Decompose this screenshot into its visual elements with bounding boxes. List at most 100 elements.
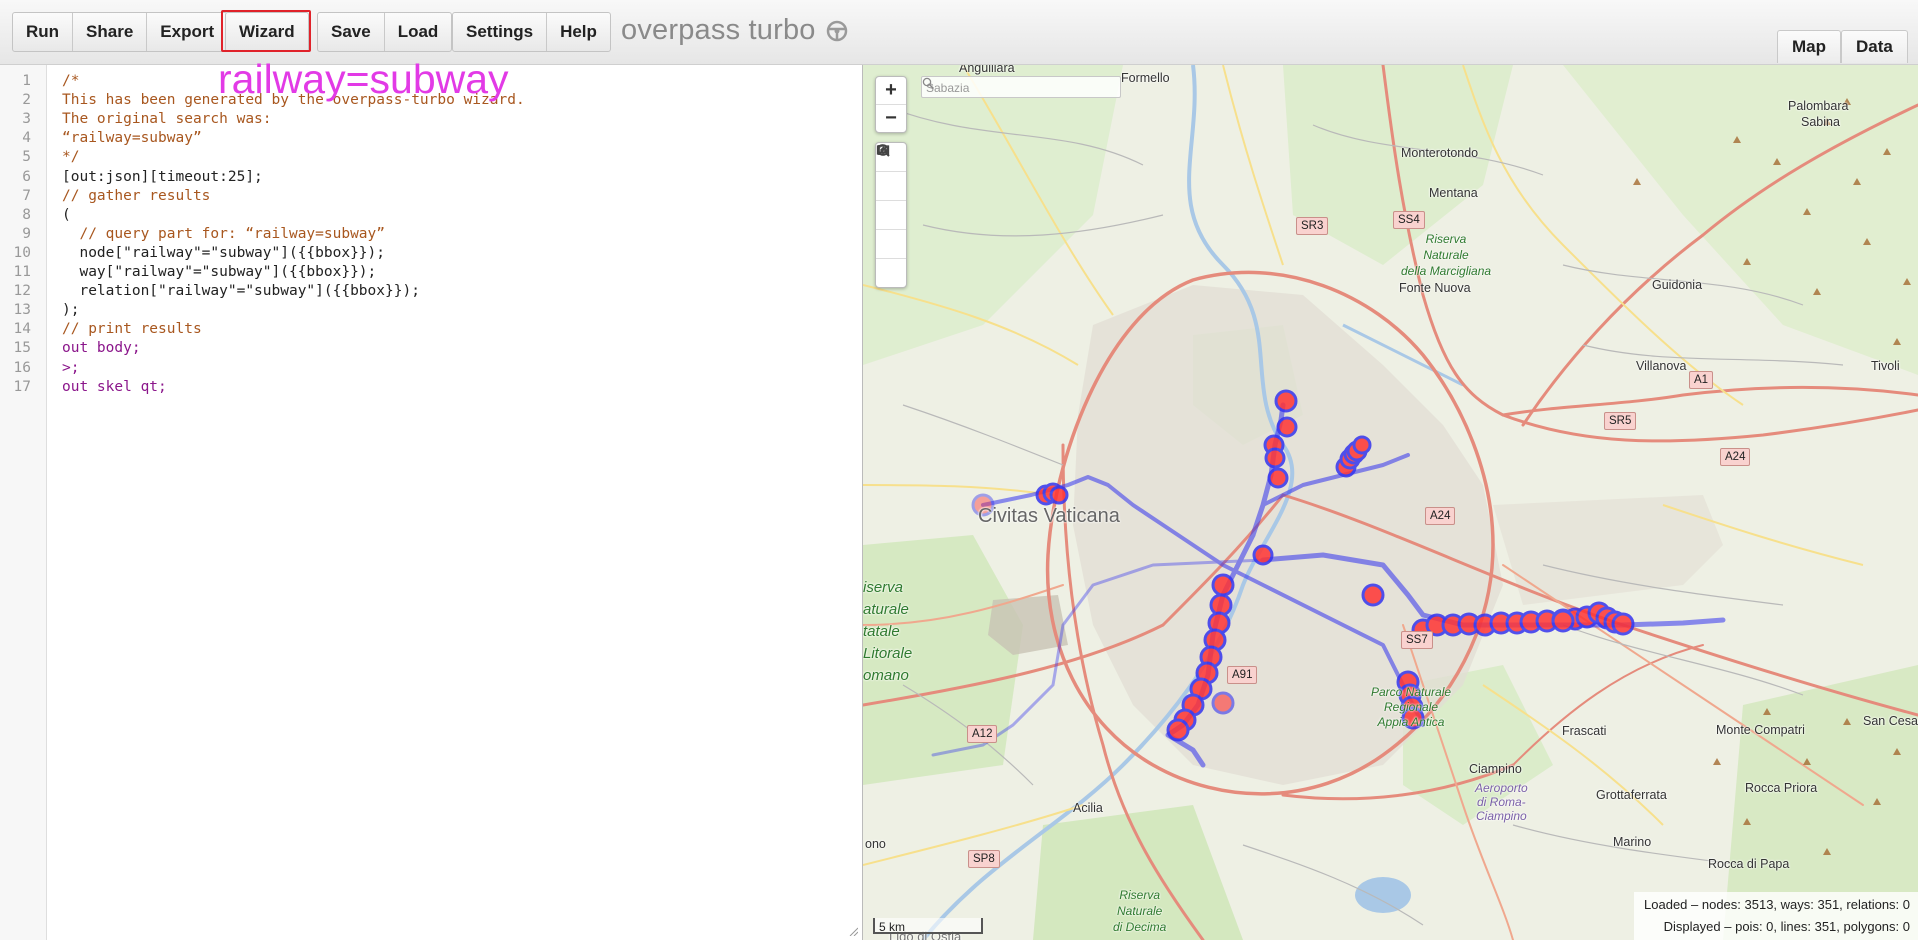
place-label: Palombara (1788, 99, 1849, 113)
displayed-stats: Displayed – pois: 0, lines: 351, polygon… (1663, 919, 1910, 934)
map-tools (875, 142, 907, 288)
save-button[interactable]: Save (318, 13, 385, 51)
tab-data[interactable]: Data (1841, 30, 1908, 63)
place-label: Sabina (1801, 115, 1840, 129)
line-number: 14 (13, 321, 31, 338)
code-line[interactable]: way["railway"="subway"]({{bbox}}); (62, 264, 376, 283)
help-button[interactable]: Help (547, 13, 610, 51)
line-number: 9 (22, 225, 31, 242)
place-label: Ciampino (1469, 762, 1522, 776)
place-label: Tivoli (1871, 359, 1900, 373)
code-line[interactable]: ); (62, 302, 79, 321)
code-line[interactable]: // query part for: “railway=subway” (62, 226, 385, 245)
code-line[interactable]: node["railway"="subway"]({{bbox}}); (62, 245, 385, 264)
line-number: 7 (22, 187, 31, 204)
image-icon[interactable] (876, 145, 906, 230)
line-number: 5 (22, 149, 31, 166)
map-stats: Loaded – nodes: 3513, ways: 351, relatio… (1634, 892, 1918, 940)
settings-button-group: Settings Help (452, 12, 611, 52)
place-label: Acilia (1073, 801, 1103, 815)
zoom-control: + − (875, 76, 907, 133)
wizard-button-group: Wizard (225, 12, 309, 52)
line-number: 12 (13, 283, 31, 300)
primary-button-group: Run Share Export (12, 12, 229, 52)
code-line[interactable]: out skel qt; (62, 379, 167, 398)
road-shield: SR5 (1604, 412, 1637, 430)
code-line[interactable]: >; (62, 360, 79, 379)
line-number: 2 (22, 92, 31, 109)
line-number: 17 (13, 378, 31, 395)
loaded-stats: Loaded – nodes: 3513, ways: 351, relatio… (1644, 897, 1910, 912)
code-line[interactable]: [out:json][timeout:25]; (62, 169, 263, 188)
line-number: 13 (13, 302, 31, 319)
place-label: Anguillara (959, 65, 1015, 75)
code-line[interactable]: */ (62, 149, 79, 168)
place-label: Formello (1121, 71, 1170, 85)
place-label: San Cesareo (1863, 714, 1918, 728)
query-editor[interactable]: 1/* 2 This has been generated by the overp… (0, 65, 863, 940)
road-shield: A24 (1425, 507, 1456, 525)
resize-grip-icon[interactable] (848, 926, 858, 936)
cancel-icon[interactable] (876, 144, 906, 287)
road-shield: SP8 (968, 850, 1000, 868)
place-label: Frascati (1562, 724, 1607, 738)
run-button[interactable]: Run (13, 13, 74, 51)
code-line[interactable]: “railway=subway” (62, 130, 202, 149)
line-number: 11 (13, 264, 31, 280)
park-label: Riserva Naturale di Decima (1113, 888, 1167, 934)
load-button[interactable]: Load (385, 13, 452, 51)
place-label: Mentana (1429, 186, 1478, 200)
zoom-out-button[interactable]: − (876, 105, 906, 132)
place-label: ono (865, 837, 886, 851)
road-shield: A12 (967, 725, 998, 743)
wizard-button[interactable]: Wizard (226, 13, 308, 51)
place-label: Rocca di Papa (1708, 857, 1790, 871)
search-icon (922, 77, 935, 90)
steering-wheel-icon (826, 20, 848, 42)
place-label: Guidonia (1652, 278, 1703, 292)
place-label: Rocca Priora (1745, 781, 1818, 795)
place-label: Fonte Nuova (1399, 281, 1471, 295)
road-shield: SR3 (1296, 217, 1329, 235)
annotation-label: railway=subway (218, 56, 509, 102)
settings-button[interactable]: Settings (453, 13, 548, 51)
line-number: 10 (13, 244, 31, 261)
line-number: 8 (22, 206, 31, 223)
place-label: Villanova (1636, 359, 1687, 373)
code-line[interactable]: // gather results (62, 188, 210, 207)
code-line[interactable]: out body; (62, 340, 141, 359)
file-button-group: Save Load (317, 12, 453, 52)
circle-icon[interactable] (876, 145, 906, 201)
road-shield: A1 (1689, 371, 1714, 389)
reset-icon[interactable] (876, 145, 906, 259)
place-label: Grottaferrata (1596, 788, 1667, 802)
code-line[interactable]: The original search was: (62, 111, 272, 130)
road-shield: A24 (1720, 448, 1751, 466)
map-view[interactable]: Anguillara Formello Palombara Sabina Mon… (863, 65, 1918, 940)
place-label: Marino (1613, 835, 1652, 849)
line-number: 15 (13, 340, 31, 357)
line-number: 1 (22, 73, 31, 89)
code-line[interactable]: // print results (62, 321, 202, 340)
map-tiles (863, 65, 1918, 940)
park-label: Riserva Naturale della Marcigliana (1401, 232, 1492, 278)
road-shield: SS7 (1401, 631, 1433, 649)
code-line[interactable]: /* (62, 73, 79, 92)
code-line[interactable]: relation["railway"="subway"]({{bbox}}); (62, 283, 419, 302)
road-shield: SS4 (1393, 211, 1425, 229)
app-title: overpass turbo (621, 14, 816, 46)
road-shield: A91 (1227, 666, 1258, 684)
place-label: Monterotondo (1401, 146, 1479, 160)
line-number: 6 (22, 168, 31, 185)
code-line[interactable]: ( (62, 207, 71, 226)
export-button[interactable]: Export (147, 13, 227, 51)
share-button[interactable]: Share (73, 13, 148, 51)
line-number: 16 (13, 359, 31, 376)
zoom-in-button[interactable]: + (876, 77, 906, 105)
park-label: Parco Naturale Regionale Appia Antica (1371, 685, 1452, 729)
line-number: 4 (22, 130, 31, 147)
park-label: iserva aturale tatale Litorale omano (863, 579, 913, 684)
tab-map[interactable]: Map (1777, 30, 1841, 63)
map-search-input[interactable]: Sabazia (921, 76, 1121, 98)
place-label: Civitas Vaticana (978, 505, 1120, 527)
